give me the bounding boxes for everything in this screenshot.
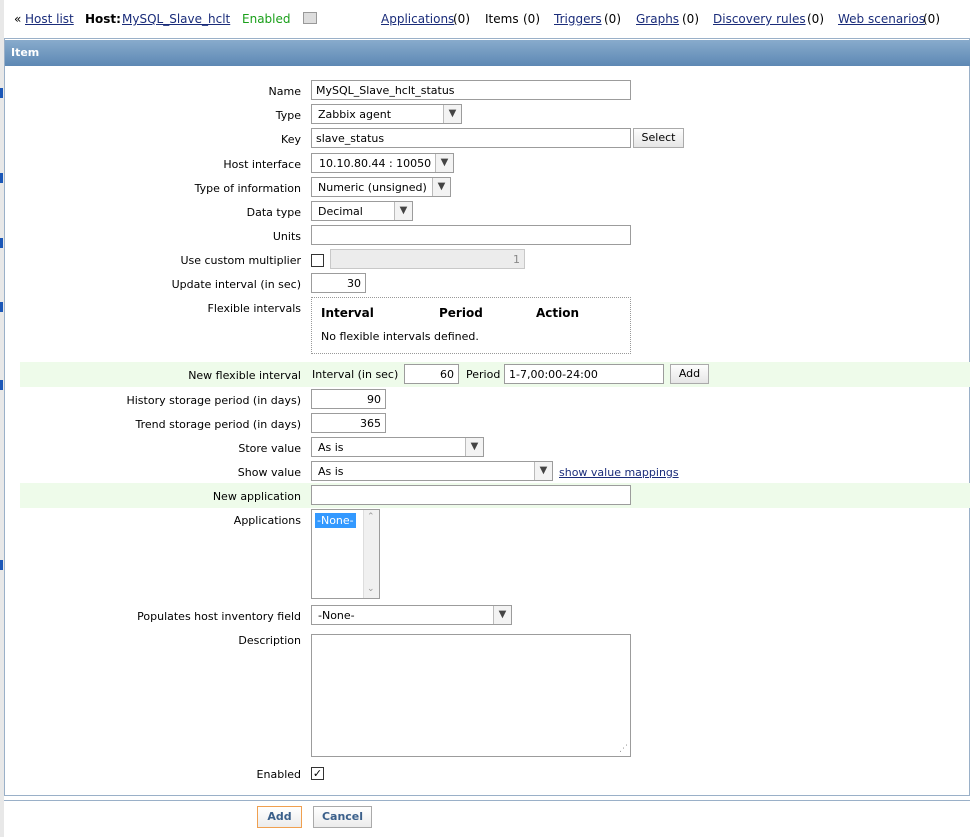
- host-interface-value: 10.10.80.44 : 10050: [319, 157, 432, 170]
- enabled-checkbox[interactable]: ✓: [311, 767, 324, 780]
- graphs-count: (0): [682, 12, 699, 26]
- flex-empty-message: No flexible intervals defined.: [321, 330, 479, 343]
- flexible-intervals-table: Interval Period Action No flexible inter…: [311, 297, 631, 354]
- flex-col-interval: Interval: [321, 306, 374, 320]
- new-flex-add-button[interactable]: Add: [670, 364, 709, 384]
- web-scenarios-count: (0): [923, 12, 940, 26]
- flexible-intervals-label: Flexible intervals: [207, 302, 302, 315]
- key-select-button[interactable]: Select: [633, 128, 684, 148]
- inventory-field-select[interactable]: -None- ▼: [311, 605, 512, 625]
- items-count: (0): [523, 12, 540, 26]
- show-value-select[interactable]: As is ▼: [311, 461, 553, 481]
- footer-divider: [4, 800, 970, 801]
- applications-link[interactable]: Applications: [381, 12, 454, 26]
- back-arrow: «: [14, 12, 22, 26]
- applications-listbox[interactable]: -None- ⌃ ⌄: [311, 509, 380, 599]
- graphs-link[interactable]: Graphs: [636, 12, 679, 26]
- type-selected-value: Zabbix agent: [318, 108, 392, 121]
- web-scenarios-link[interactable]: Web scenarios: [838, 12, 925, 26]
- resize-handle-icon[interactable]: ⋰: [619, 744, 628, 754]
- flex-col-period: Period: [439, 306, 483, 320]
- update-interval-input[interactable]: 30: [311, 273, 366, 293]
- host-status[interactable]: Enabled: [242, 12, 291, 26]
- host-interface-label: Host interface: [223, 158, 301, 171]
- data-type-select[interactable]: Decimal ▼: [311, 201, 413, 221]
- cancel-button[interactable]: Cancel: [313, 806, 372, 828]
- discovery-rules-link[interactable]: Discovery rules: [713, 12, 806, 26]
- panel-title: Item: [5, 40, 970, 66]
- items-label: Items: [485, 12, 519, 26]
- history-input[interactable]: 90: [311, 389, 386, 409]
- new-application-label: New application: [212, 490, 301, 503]
- enabled-label: Enabled: [256, 768, 301, 781]
- new-flex-label: New flexible interval: [188, 369, 301, 382]
- new-flex-period-input[interactable]: 1-7,00:00-24:00: [504, 364, 664, 384]
- chevron-down-icon: ▼: [435, 154, 453, 172]
- chevron-down-icon: ▼: [432, 178, 450, 196]
- host-list-link[interactable]: Host list: [25, 12, 74, 26]
- type-select[interactable]: Zabbix agent ▼: [311, 104, 462, 124]
- new-flex-period-label: Period: [466, 368, 501, 381]
- new-flex-interval-label: Interval (in sec): [312, 368, 399, 381]
- ipmi-availability-icon: [303, 12, 317, 24]
- data-type-label: Data type: [246, 206, 301, 219]
- key-input[interactable]: slave_status: [311, 128, 631, 148]
- history-label: History storage period (in days): [126, 394, 301, 407]
- show-value-label: Show value: [237, 466, 301, 479]
- description-label: Description: [238, 634, 301, 647]
- units-input[interactable]: [311, 225, 631, 245]
- type-of-information-select[interactable]: Numeric (unsigned) ▼: [311, 177, 451, 197]
- chevron-down-icon: ▼: [534, 462, 552, 480]
- show-value-selected: As is: [318, 465, 344, 478]
- chevron-up-icon: ⌃: [367, 512, 375, 522]
- applications-label: Applications: [233, 514, 301, 527]
- add-button[interactable]: Add: [257, 806, 302, 828]
- show-value-mappings-link[interactable]: show value mappings: [559, 466, 679, 479]
- applications-count: (0): [453, 12, 470, 26]
- inventory-field-label: Populates host inventory field: [137, 610, 301, 623]
- update-interval-label: Update interval (in sec): [171, 278, 301, 291]
- chevron-down-icon: ▼: [443, 105, 461, 123]
- chevron-down-icon: ▼: [465, 438, 483, 456]
- custom-multiplier-label: Use custom multiplier: [180, 254, 301, 267]
- data-type-value: Decimal: [318, 205, 363, 218]
- custom-multiplier-checkbox[interactable]: [311, 254, 324, 267]
- store-value-select[interactable]: As is ▼: [311, 437, 484, 457]
- chevron-down-icon: ▼: [493, 606, 511, 624]
- listbox-scrollbar[interactable]: ⌃ ⌄: [363, 510, 379, 598]
- units-label: Units: [272, 230, 301, 243]
- store-value-selected: As is: [318, 441, 344, 454]
- key-label: Key: [281, 133, 301, 146]
- name-label: Name: [268, 85, 301, 98]
- host-name-link[interactable]: MySQL_Slave_hclt: [122, 12, 230, 26]
- triggers-count: (0): [604, 12, 621, 26]
- name-input[interactable]: MySQL_Slave_hclt_status: [311, 80, 631, 100]
- type-label: Type: [275, 109, 301, 122]
- new-application-input[interactable]: [311, 485, 631, 505]
- trend-input[interactable]: 365: [311, 413, 386, 433]
- custom-multiplier-input: 1: [330, 249, 525, 269]
- type-of-information-value: Numeric (unsigned): [318, 181, 427, 194]
- description-textarea[interactable]: [311, 634, 631, 757]
- discovery-rules-count: (0): [807, 12, 824, 26]
- inventory-field-value: -None-: [318, 609, 355, 622]
- new-flex-interval-input[interactable]: 60: [404, 364, 459, 384]
- host-nav-bar: « Host list Host: MySQL_Slave_hclt Enabl…: [14, 12, 970, 30]
- flex-col-action: Action: [536, 306, 580, 320]
- chevron-down-icon: ⌄: [367, 584, 375, 594]
- chevron-down-icon: ▼: [394, 202, 412, 220]
- type-of-information-label: Type of information: [194, 182, 301, 195]
- host-interface-select[interactable]: 10.10.80.44 : 10050 ▼: [311, 153, 454, 173]
- trend-label: Trend storage period (in days): [135, 418, 302, 431]
- host-label: Host:: [85, 12, 121, 26]
- store-value-label: Store value: [238, 442, 301, 455]
- triggers-link[interactable]: Triggers: [554, 12, 602, 26]
- applications-option[interactable]: -None-: [315, 513, 356, 528]
